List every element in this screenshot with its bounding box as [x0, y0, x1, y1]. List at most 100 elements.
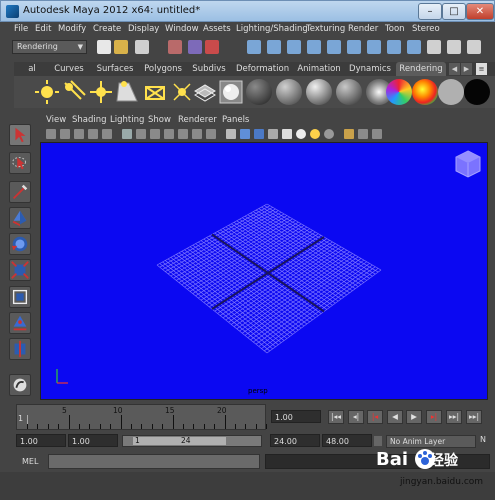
textured-icon[interactable] — [282, 129, 292, 139]
resolution-gate-icon[interactable] — [150, 129, 160, 139]
ipr-render-icon[interactable] — [387, 40, 401, 54]
directional-light-icon[interactable] — [61, 79, 87, 105]
hud-toggle-icon[interactable] — [372, 129, 382, 139]
bookmark-icon[interactable] — [60, 129, 70, 139]
phong-sphere-icon[interactable] — [306, 79, 332, 105]
step-forward-frame-button[interactable]: ▸▸| — [446, 410, 462, 424]
safe-title-icon[interactable] — [206, 129, 216, 139]
point-light-icon[interactable] — [88, 79, 114, 105]
xray-icon[interactable] — [268, 129, 278, 139]
rotate-tool-icon[interactable] — [9, 233, 31, 255]
tab-dynamics[interactable]: Dynamics — [348, 62, 392, 76]
playback-end-field[interactable]: 24.00 — [270, 434, 320, 447]
menu-edit[interactable]: Edit — [35, 24, 51, 34]
command-language-label[interactable]: MEL — [22, 457, 38, 466]
history-icon[interactable] — [347, 40, 361, 54]
input-line-icon[interactable] — [427, 40, 441, 54]
shelf-scroll-right-icon[interactable]: ▶ — [461, 63, 472, 75]
tab-polygons[interactable]: Polygons — [142, 62, 184, 76]
step-back-key-button[interactable]: |◂ — [367, 410, 383, 424]
grease-pencil-icon[interactable] — [102, 129, 112, 139]
select-hierarchy-icon[interactable] — [168, 40, 182, 54]
menu-assets[interactable]: Assets — [203, 24, 231, 34]
make-live-icon[interactable] — [327, 40, 341, 54]
last-tool-icon[interactable] — [9, 374, 31, 396]
range-slider[interactable]: 1 24 — [122, 435, 262, 447]
minimize-button[interactable]: – — [418, 3, 442, 20]
anim-layer-select[interactable]: No Anim Layer — [386, 435, 476, 448]
panel-menu-shading[interactable]: Shading — [72, 115, 107, 125]
menu-lighting-shading[interactable]: Lighting/Shading — [236, 24, 308, 34]
paint-select-tool-icon[interactable] — [9, 181, 31, 203]
perspective-viewport[interactable]: persp — [40, 142, 488, 400]
menu-texturing[interactable]: Texturing — [306, 24, 345, 34]
tab-rendering[interactable]: Rendering — [396, 62, 446, 76]
image-plane-toggle-icon[interactable] — [74, 129, 84, 139]
gray-sphere-icon[interactable] — [438, 79, 464, 105]
lambert-sphere-icon[interactable] — [276, 79, 302, 105]
panel-menu-view[interactable]: View — [46, 115, 66, 125]
scale-tool-icon[interactable] — [9, 259, 31, 281]
character-set-icon[interactable]: N — [480, 435, 486, 444]
use-all-lights-icon[interactable] — [296, 129, 306, 139]
tab-curves[interactable]: Curves — [52, 62, 86, 76]
view-cube-icon[interactable] — [453, 149, 483, 179]
field-chart-icon[interactable] — [178, 129, 188, 139]
maximize-button[interactable]: □ — [442, 3, 466, 20]
render-settings-icon[interactable] — [407, 40, 421, 54]
wireframe-icon[interactable] — [226, 129, 236, 139]
playback-start-field[interactable]: 1.00 — [68, 434, 118, 447]
layered-sphere-icon[interactable] — [386, 79, 412, 105]
camera-icon[interactable] — [192, 79, 218, 105]
panel-menu-show[interactable]: Show — [148, 115, 171, 125]
animation-start-field[interactable]: 1.00 — [16, 434, 66, 447]
step-forward-key-button[interactable]: ▸| — [426, 410, 442, 424]
phonge-sphere-icon[interactable] — [336, 79, 362, 105]
spot-light-icon[interactable] — [115, 79, 141, 105]
menu-stereo[interactable]: Stereo — [412, 24, 440, 34]
shadows-icon[interactable] — [324, 129, 334, 139]
isolate-select-icon[interactable] — [344, 129, 354, 139]
save-scene-icon[interactable] — [135, 40, 149, 54]
anim-layer-toggle-icon[interactable] — [374, 436, 382, 446]
menu-file[interactable]: File — [14, 24, 28, 34]
close-button[interactable]: ✕ — [466, 3, 494, 20]
safe-action-icon[interactable] — [192, 129, 202, 139]
xray-joints-icon[interactable] — [358, 129, 368, 139]
play-forwards-button[interactable]: ▶ — [406, 410, 422, 424]
snap-curve-icon[interactable] — [267, 40, 281, 54]
grid-toggle-icon[interactable] — [122, 129, 132, 139]
snap-grid-icon[interactable] — [247, 40, 261, 54]
new-scene-icon[interactable] — [97, 40, 111, 54]
soft-mod-tool-icon[interactable] — [9, 312, 31, 334]
range-slider-handle[interactable] — [133, 437, 226, 445]
universal-manipulator-icon[interactable] — [9, 286, 31, 308]
tab-subdivs[interactable]: Subdivs — [192, 62, 226, 76]
current-frame-field[interactable]: 1.00 — [271, 410, 321, 423]
select-component-icon[interactable] — [205, 40, 219, 54]
menu-render[interactable]: Render — [348, 24, 378, 34]
menu-modify[interactable]: Modify — [58, 24, 86, 34]
channel-box-toggle-icon[interactable] — [467, 40, 481, 54]
wireframe-on-shaded-icon[interactable] — [254, 129, 264, 139]
blinn-sphere-icon[interactable] — [246, 79, 272, 105]
command-input[interactable] — [48, 454, 260, 469]
go-to-end-button[interactable]: ▸▸| — [466, 410, 482, 424]
ambient-light-icon[interactable] — [34, 79, 60, 105]
lasso-tool-icon[interactable] — [9, 152, 31, 174]
open-scene-icon[interactable] — [114, 40, 128, 54]
move-tool-icon[interactable] — [9, 207, 31, 229]
two-d-pan-icon[interactable] — [88, 129, 98, 139]
panel-menu-panels[interactable]: Panels — [222, 115, 249, 125]
camera-attributes-icon[interactable] — [46, 129, 56, 139]
menu-display[interactable]: Display — [128, 24, 159, 34]
tab-surfaces[interactable]: Surfaces — [94, 62, 136, 76]
shelf-menu-icon[interactable]: ≡ — [476, 63, 487, 75]
step-back-frame-button[interactable]: ◂| — [348, 410, 364, 424]
time-slider[interactable]: 5 10 15 20 1 — [16, 404, 268, 430]
go-to-start-button[interactable]: |◂◂ — [328, 410, 344, 424]
use-default-lighting-icon[interactable] — [310, 129, 320, 139]
tab-general[interactable]: al — [24, 62, 40, 76]
select-tool-icon[interactable] — [9, 124, 31, 146]
panel-menu-lighting[interactable]: Lighting — [110, 115, 144, 125]
